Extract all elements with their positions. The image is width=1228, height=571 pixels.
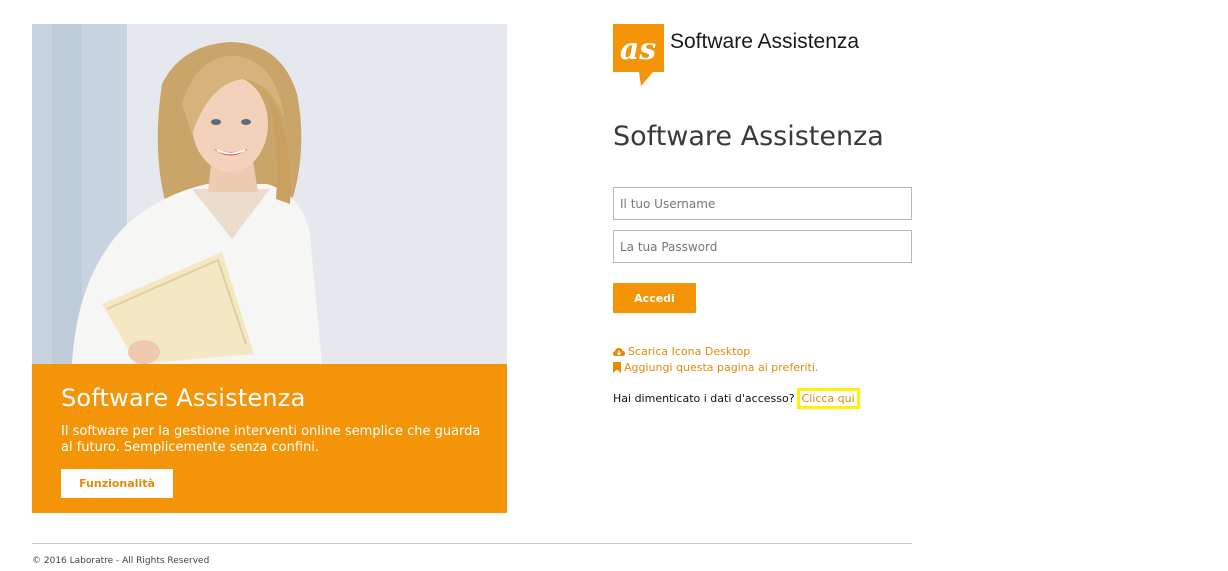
forgot-credentials: Hai dimenticato i dati d'accesso? Clicca…: [613, 388, 860, 409]
login-page: Software Assistenza Il software per la g…: [0, 0, 1228, 571]
login-title: Software Assistenza: [613, 121, 884, 152]
download-link-label: Scarica Icona Desktop: [628, 345, 751, 358]
add-bookmark-link[interactable]: Aggiungi questa pagina ai preferiti.: [613, 361, 818, 374]
hero-section: Software Assistenza Il software per la g…: [32, 24, 507, 513]
password-field[interactable]: [613, 230, 912, 263]
login-button[interactable]: Accedi: [613, 283, 696, 313]
bookmark-icon: [613, 362, 621, 373]
forgot-text: Hai dimenticato i dati d'accesso?: [613, 392, 795, 405]
download-desktop-icon-link[interactable]: Scarica Icona Desktop: [613, 345, 750, 358]
logo-badge-icon: as: [613, 24, 664, 86]
hero-photo: [32, 24, 507, 364]
hero-description: Il software per la gestione interventi o…: [61, 424, 481, 455]
footer-divider: [32, 543, 912, 544]
hero-title: Software Assistenza: [61, 384, 306, 412]
bookmark-link-label: Aggiungi questa pagina ai preferiti.: [624, 361, 819, 374]
cloud-download-icon: [613, 347, 625, 356]
svg-text:as: as: [620, 32, 656, 67]
footer-copyright: © 2016 Laboratre - All Rights Reserved: [32, 556, 210, 566]
logo-text: Software Assistenza: [670, 30, 860, 53]
hero-panel: Software Assistenza Il software per la g…: [32, 364, 507, 513]
features-button[interactable]: Funzionalità: [61, 469, 173, 498]
forgot-credentials-link[interactable]: Clicca qui: [796, 388, 860, 409]
username-field[interactable]: [613, 187, 912, 220]
